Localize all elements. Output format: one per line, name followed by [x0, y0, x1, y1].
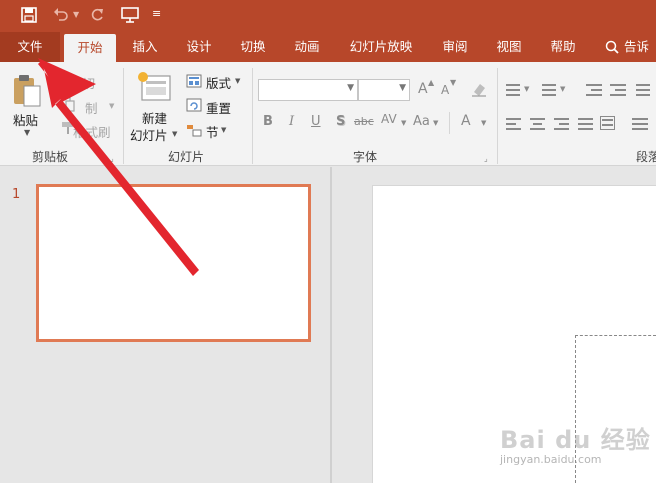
tab-insert[interactable]: 插入	[120, 32, 170, 62]
cut-icon[interactable]	[52, 72, 68, 92]
cut-button[interactable]: 剪切	[70, 73, 95, 92]
underline-button[interactable]: U	[311, 114, 321, 129]
clipboard-launcher-icon[interactable]: ⌟	[110, 154, 114, 163]
paragraph-group-label: 段落	[636, 150, 656, 164]
separator	[449, 112, 450, 134]
clipboard-group-label: 剪贴板	[32, 150, 69, 164]
new-slide-button-line2[interactable]: 幻灯片	[130, 125, 168, 144]
lightbulb-icon	[604, 39, 620, 59]
italic-button[interactable]: I	[289, 114, 294, 129]
undo-dropdown-icon[interactable]: ▼	[73, 10, 79, 19]
slides-group-label: 幻灯片	[168, 150, 205, 164]
character-spacing-dropdown-icon[interactable]: ▼	[401, 119, 406, 127]
ribbon-tab-bar: 文件 开始 插入 设计 切换 动画 幻灯片放映 审阅 视图 帮助 告诉	[0, 32, 656, 62]
character-spacing-button[interactable]: AV	[381, 112, 397, 126]
layout-dropdown-icon[interactable]: ▼	[235, 77, 240, 85]
tab-help[interactable]: 帮助	[538, 32, 588, 62]
align-right-icon[interactable]	[554, 118, 569, 133]
grow-font-icon: ▲	[428, 78, 435, 87]
tab-slideshow[interactable]: 幻灯片放映	[342, 32, 420, 62]
section-icon[interactable]	[186, 122, 202, 141]
ribbon-home: 粘贴 ▼ 剪切 制 ▼ 格式刷 剪贴板 ⌟ 新建 幻灯片 ▼ 版式 ▼ 重置 节…	[0, 62, 656, 166]
shrink-font-icon: ▼	[450, 78, 457, 87]
title-bar: ▼ ≡	[0, 0, 656, 32]
customize-toolbar-icon[interactable]: ≡	[152, 7, 161, 20]
numbering-dropdown-icon[interactable]: ▼	[560, 85, 565, 93]
decrease-indent-icon[interactable]	[586, 84, 602, 99]
save-icon[interactable]	[20, 6, 38, 28]
font-name-combo[interactable]: ▼	[258, 79, 358, 101]
shrink-font-button[interactable]: A	[441, 83, 449, 97]
shadow-button[interactable]: S	[336, 114, 345, 129]
font-color-button[interactable]: A	[461, 113, 471, 129]
numbering-icon[interactable]	[542, 84, 556, 99]
grow-font-button[interactable]: A	[418, 81, 428, 97]
font-group-label: 字体	[353, 150, 378, 164]
section-button[interactable]: 节	[206, 122, 219, 141]
undo-icon[interactable]	[52, 6, 70, 28]
font-size-dropdown-icon[interactable]: ▼	[399, 83, 406, 93]
redo-icon[interactable]	[88, 6, 106, 28]
layout-icon[interactable]	[186, 73, 202, 92]
reset-icon[interactable]	[186, 97, 202, 116]
font-size-combo[interactable]: ▼	[358, 79, 410, 101]
font-color-dropdown-icon[interactable]: ▼	[481, 119, 486, 127]
font-launcher-icon[interactable]: ⌟	[484, 154, 488, 163]
slide-number: 1	[12, 187, 21, 202]
new-slide-icon[interactable]	[136, 70, 172, 108]
tab-file[interactable]: 文件	[0, 32, 60, 62]
distributed-icon[interactable]	[600, 116, 615, 130]
tab-design[interactable]: 设计	[174, 32, 224, 62]
separator	[252, 68, 253, 164]
tab-home[interactable]: 开始	[64, 34, 116, 62]
paste-icon[interactable]	[10, 72, 44, 112]
columns-icon[interactable]	[632, 118, 648, 133]
reset-button[interactable]: 重置	[206, 98, 231, 117]
change-case-button[interactable]: Aa	[413, 114, 430, 129]
new-slide-dropdown-icon[interactable]: ▼	[172, 130, 177, 138]
bullets-dropdown-icon[interactable]: ▼	[524, 85, 529, 93]
watermark-main: Bai du 经验	[500, 426, 651, 454]
layout-button[interactable]: 版式	[206, 73, 231, 92]
separator	[497, 68, 498, 164]
tab-view[interactable]: 视图	[484, 32, 534, 62]
copy-button[interactable]: 制	[85, 98, 98, 117]
presentation-icon[interactable]	[120, 6, 140, 28]
change-case-dropdown-icon[interactable]: ▼	[433, 119, 438, 127]
paste-dropdown-icon[interactable]: ▼	[24, 128, 30, 137]
clear-format-icon[interactable]	[470, 80, 488, 102]
bullets-icon[interactable]	[506, 84, 520, 99]
paste-button[interactable]: 粘贴	[13, 110, 38, 129]
align-center-icon[interactable]	[530, 118, 545, 133]
tell-me-box[interactable]: 告诉	[624, 32, 656, 62]
tab-review[interactable]: 审阅	[430, 32, 480, 62]
watermark: Bai du 经验 jingyan.baidu.com	[500, 420, 651, 466]
strikethrough-button[interactable]: abc	[354, 115, 374, 128]
tab-transitions[interactable]: 切换	[228, 32, 278, 62]
align-left-icon[interactable]	[506, 118, 521, 133]
increase-indent-icon[interactable]	[610, 84, 626, 99]
copy-icon[interactable]	[60, 96, 76, 116]
line-spacing-icon[interactable]	[636, 84, 650, 99]
font-name-dropdown-icon[interactable]: ▼	[347, 83, 354, 93]
format-painter-button[interactable]: 格式刷	[73, 122, 111, 141]
separator	[123, 68, 124, 164]
justify-icon[interactable]	[578, 118, 593, 133]
section-dropdown-icon[interactable]: ▼	[221, 126, 226, 134]
copy-dropdown-icon: ▼	[109, 102, 115, 110]
tab-animations[interactable]: 动画	[282, 32, 332, 62]
slide-thumbnail[interactable]	[36, 184, 311, 342]
bold-button[interactable]: B	[263, 114, 273, 129]
